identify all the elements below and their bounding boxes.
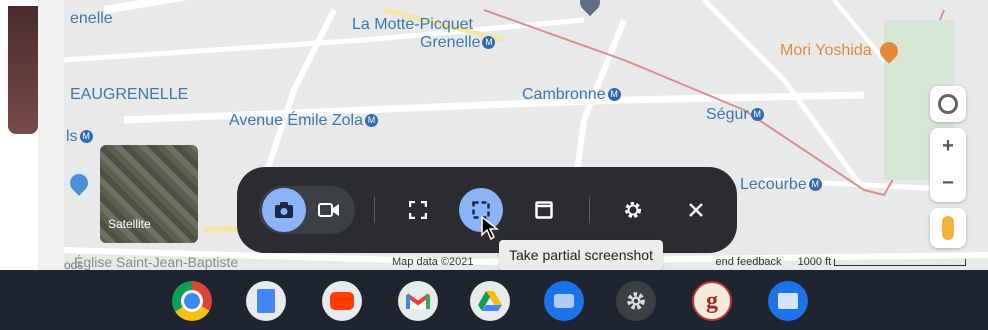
tooltip-take-partial-screenshot: Take partial screenshot xyxy=(499,240,663,270)
map-label-avenue-emile-zola[interactable]: Avenue Émile Zola M xyxy=(229,112,378,130)
videocam-icon xyxy=(318,203,339,217)
camera-icon xyxy=(275,202,293,218)
shelf: g xyxy=(0,270,988,330)
shelf-app-drive[interactable] xyxy=(470,281,510,321)
my-location-button[interactable] xyxy=(930,86,966,122)
map-label-la-motte-picquet[interactable]: La Motte-Picquet xyxy=(352,16,473,34)
metro-icon: M xyxy=(365,114,378,128)
shelf-app-settings[interactable] xyxy=(616,281,656,321)
crosshair-icon xyxy=(938,94,958,114)
shelf-app-goodreads[interactable]: g xyxy=(692,281,732,321)
shelf-app-files[interactable] xyxy=(768,281,808,321)
poi-pin-icon xyxy=(876,38,902,64)
shelf-app-chrome[interactable] xyxy=(172,281,212,321)
gmail-icon xyxy=(405,293,431,309)
metro-icon: M xyxy=(79,130,93,144)
toolbar-divider xyxy=(374,197,375,223)
zoom-out-button[interactable]: − xyxy=(942,165,954,202)
map-data-text: Map data ©2021 xyxy=(392,256,474,268)
map-label-beaugrenelle: EAUGRENELLE xyxy=(70,86,189,103)
map-label-eglise: Église Saint-Jean-Baptiste xyxy=(74,254,239,270)
files-icon xyxy=(778,293,798,309)
zoom-controls: + − xyxy=(930,128,966,202)
window-icon xyxy=(535,201,553,219)
send-feedback-link[interactable]: end feedback xyxy=(716,256,782,268)
youtube-icon xyxy=(330,292,354,310)
shelf-app-messages[interactable] xyxy=(544,281,584,321)
shelf-app-youtube[interactable] xyxy=(322,281,362,321)
metro-icon: M xyxy=(750,108,764,122)
map-label-grenelle-partial: enelle xyxy=(70,10,113,27)
shelf-app-gmail[interactable] xyxy=(398,281,438,321)
close-capture-button[interactable] xyxy=(674,188,718,232)
screenshot-mode-button[interactable] xyxy=(262,188,306,232)
close-icon xyxy=(689,203,703,217)
map-label-grenelle[interactable]: Grenelle M xyxy=(420,34,496,52)
metro-icon: M xyxy=(607,88,621,102)
drive-icon xyxy=(478,291,502,311)
docs-icon xyxy=(257,289,275,313)
satellite-layer-toggle[interactable]: Satellite xyxy=(100,145,198,243)
map-label-cambronne[interactable]: Cambronne M xyxy=(522,86,621,104)
settings-icon xyxy=(627,292,645,310)
window-capture-button[interactable] xyxy=(522,188,566,232)
metro-icon: M xyxy=(482,36,496,50)
metro-icon: M xyxy=(808,178,822,192)
capture-settings-button[interactable] xyxy=(611,188,655,232)
map-scale: 1000 ft xyxy=(798,256,967,268)
toolbar-divider xyxy=(589,197,590,223)
screen-record-mode-button[interactable] xyxy=(307,188,351,232)
goodreads-icon: g xyxy=(706,287,718,314)
map-label-lecourbe[interactable]: Lecourbe M xyxy=(740,176,822,194)
messages-icon xyxy=(554,294,574,308)
side-panel-thumbnail[interactable] xyxy=(8,6,38,134)
satellite-label: Satellite xyxy=(108,217,151,231)
fullscreen-icon xyxy=(409,201,427,219)
chrome-icon xyxy=(181,290,203,312)
map-label-segur[interactable]: Ségur M xyxy=(706,106,764,124)
screen: enelle La Motte-Picquet Grenelle M EAUGRE… xyxy=(0,0,988,330)
map-left-sidebar xyxy=(38,0,64,270)
mouse-cursor-icon xyxy=(481,215,500,241)
map-attribution: Map data ©2021 end feedback 1000 ft xyxy=(392,254,988,270)
map-label-mori-yoshida[interactable]: Mori Yoshida xyxy=(780,38,902,64)
street-view-pegman-button[interactable] xyxy=(930,208,966,248)
zoom-in-button[interactable]: + xyxy=(942,128,954,165)
pegman-icon xyxy=(942,216,954,240)
fullscreen-capture-button[interactable] xyxy=(396,188,440,232)
map-label-ls-partial: ls M xyxy=(66,128,93,146)
shelf-app-docs[interactable] xyxy=(246,281,286,321)
gear-icon xyxy=(625,202,641,218)
